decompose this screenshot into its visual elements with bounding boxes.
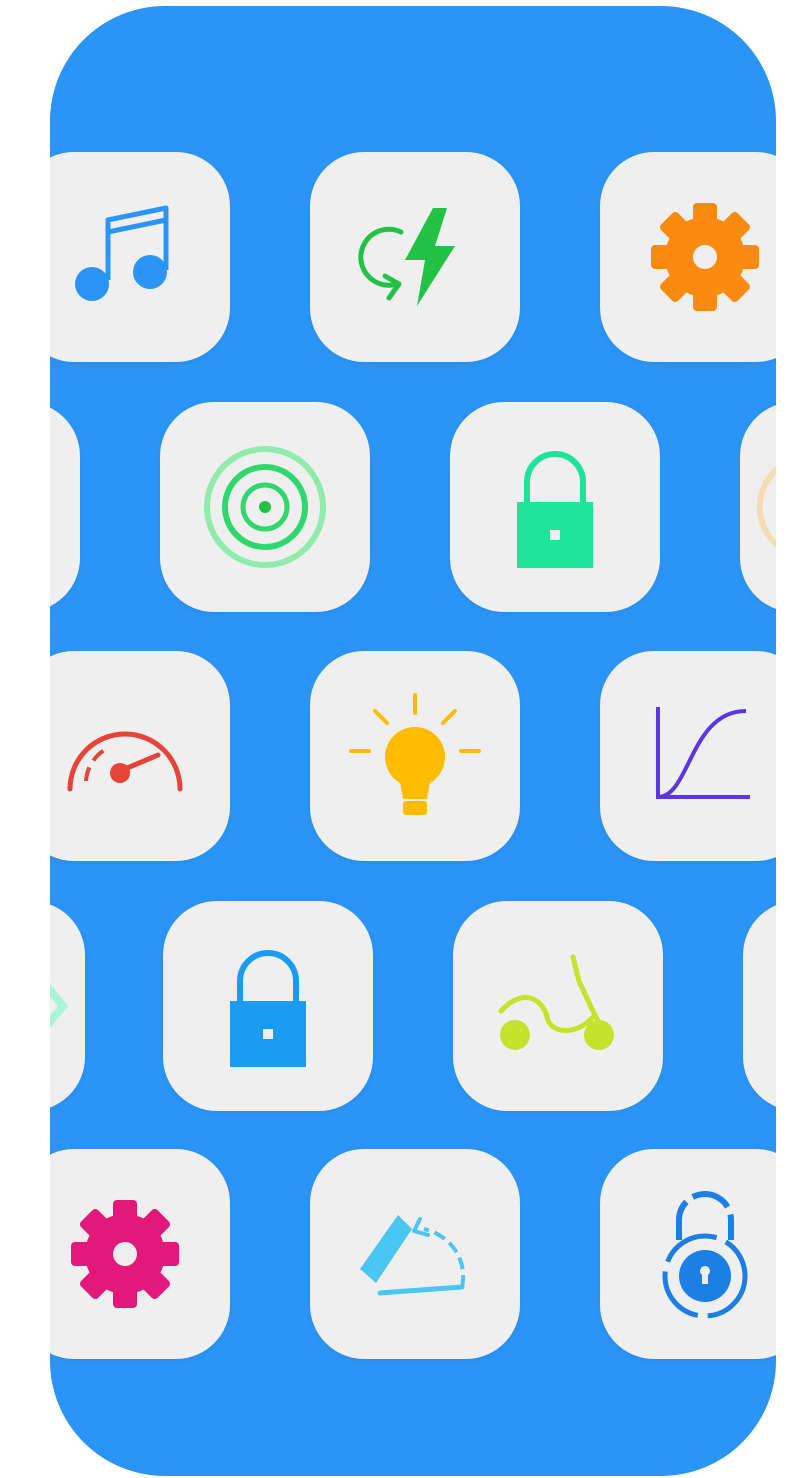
- partial-tile-right[interactable]: [743, 901, 776, 1111]
- phone-screen: [50, 6, 776, 1476]
- partial-icon: [50, 983, 69, 1029]
- curve-graph-icon: [656, 707, 750, 799]
- lock-tile[interactable]: [450, 402, 660, 612]
- partial-tile-left[interactable]: [50, 901, 85, 1111]
- combination-lock-icon: [662, 1191, 748, 1319]
- radar-target-icon: [204, 446, 326, 568]
- partial-tile-right[interactable]: [740, 402, 776, 612]
- gear-icon: [651, 203, 759, 311]
- scooter-icon: [498, 954, 614, 1050]
- light-tile[interactable]: [310, 651, 520, 861]
- partial-icon: [756, 466, 776, 548]
- padlock-icon: [230, 950, 306, 1067]
- quick-charge-tile[interactable]: [310, 152, 520, 362]
- speed-tile[interactable]: [50, 651, 230, 861]
- partial-tile-left[interactable]: [50, 402, 80, 612]
- padlock-icon: [517, 451, 593, 568]
- combination-lock-tile[interactable]: [600, 1149, 776, 1359]
- radar-tile[interactable]: [160, 402, 370, 612]
- lightbulb-icon: [349, 693, 481, 815]
- gear-icon: [71, 1200, 179, 1308]
- app-icon-grid: [50, 127, 776, 1372]
- settings-tile[interactable]: [600, 152, 776, 362]
- lock-tile[interactable]: [163, 901, 373, 1111]
- settings-tile[interactable]: [50, 1149, 230, 1359]
- music-tile[interactable]: [50, 152, 230, 362]
- music-note-icon: [75, 205, 169, 301]
- speedometer-icon: [67, 731, 183, 792]
- kickstand-icon: [360, 1215, 466, 1296]
- kickstand-tile[interactable]: [310, 1149, 520, 1359]
- curve-tile[interactable]: [600, 651, 776, 861]
- quick-charge-icon: [358, 208, 455, 306]
- scooter-tile[interactable]: [453, 901, 663, 1111]
